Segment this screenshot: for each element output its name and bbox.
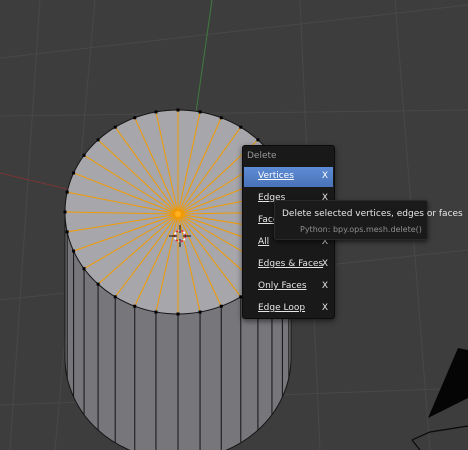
rim-vertex: [113, 125, 117, 129]
menu-item-edges-and-faces[interactable]: Edges & Faces X: [244, 255, 333, 275]
menu-title: Delete: [247, 151, 277, 161]
rim-vertex: [219, 304, 223, 308]
rim-vertex: [72, 249, 76, 253]
rim-vertex: [154, 310, 158, 314]
camera-object-icon[interactable]: [411, 348, 468, 450]
rim-vertex: [63, 210, 67, 214]
menu-item-shortcut: X: [321, 171, 328, 181]
menu-item-shortcut: X: [321, 281, 328, 291]
menu-item-label: Edge Loop: [258, 303, 306, 313]
menu-item-edge-loop[interactable]: Edge Loop X: [244, 299, 333, 319]
menu-item-label: Only Faces: [258, 281, 307, 291]
rim-vertex: [72, 171, 76, 175]
menu-item-label: Vertices: [258, 171, 294, 181]
menu-item-label: Edges & Faces: [258, 259, 324, 269]
operator-tooltip: Delete selected vertices, edges or faces…: [274, 200, 463, 240]
tooltip-python-path: Python: bpy.ops.mesh.delete(): [300, 225, 422, 234]
menu-item-shortcut: X: [321, 303, 328, 313]
rim-vertex: [82, 267, 86, 271]
rim-vertex: [198, 110, 202, 114]
rim-vertex: [96, 138, 100, 142]
rim-vertex: [239, 125, 243, 129]
rim-vertex: [154, 110, 158, 114]
rim-vertex: [82, 153, 86, 157]
rim-vertex: [176, 312, 180, 316]
grid-line: [9, 0, 41, 450]
rim-vertex: [113, 295, 117, 299]
tooltip-description: Delete selected vertices, edges or faces: [282, 209, 463, 219]
grid-line: [0, 109, 468, 117]
rim-vertex: [133, 116, 137, 120]
menu-item-shortcut: X: [321, 259, 328, 269]
rim-vertex: [133, 304, 137, 308]
rim-vertex: [198, 310, 202, 314]
rim-vertex: [219, 116, 223, 120]
rim-vertex: [65, 190, 69, 194]
menu-item-label: All: [258, 237, 270, 247]
3d-viewport[interactable]: Delete Vertices X Edges X Faces X All X …: [0, 0, 468, 450]
center-vertex: [175, 211, 181, 217]
menu-item-only-faces[interactable]: Only Faces X: [244, 277, 333, 297]
rim-vertex: [176, 108, 180, 112]
rim-vertex: [96, 282, 100, 286]
menu-item-vertices[interactable]: Vertices X: [244, 167, 333, 187]
rim-vertex: [256, 138, 260, 142]
rim-vertex: [65, 230, 69, 234]
